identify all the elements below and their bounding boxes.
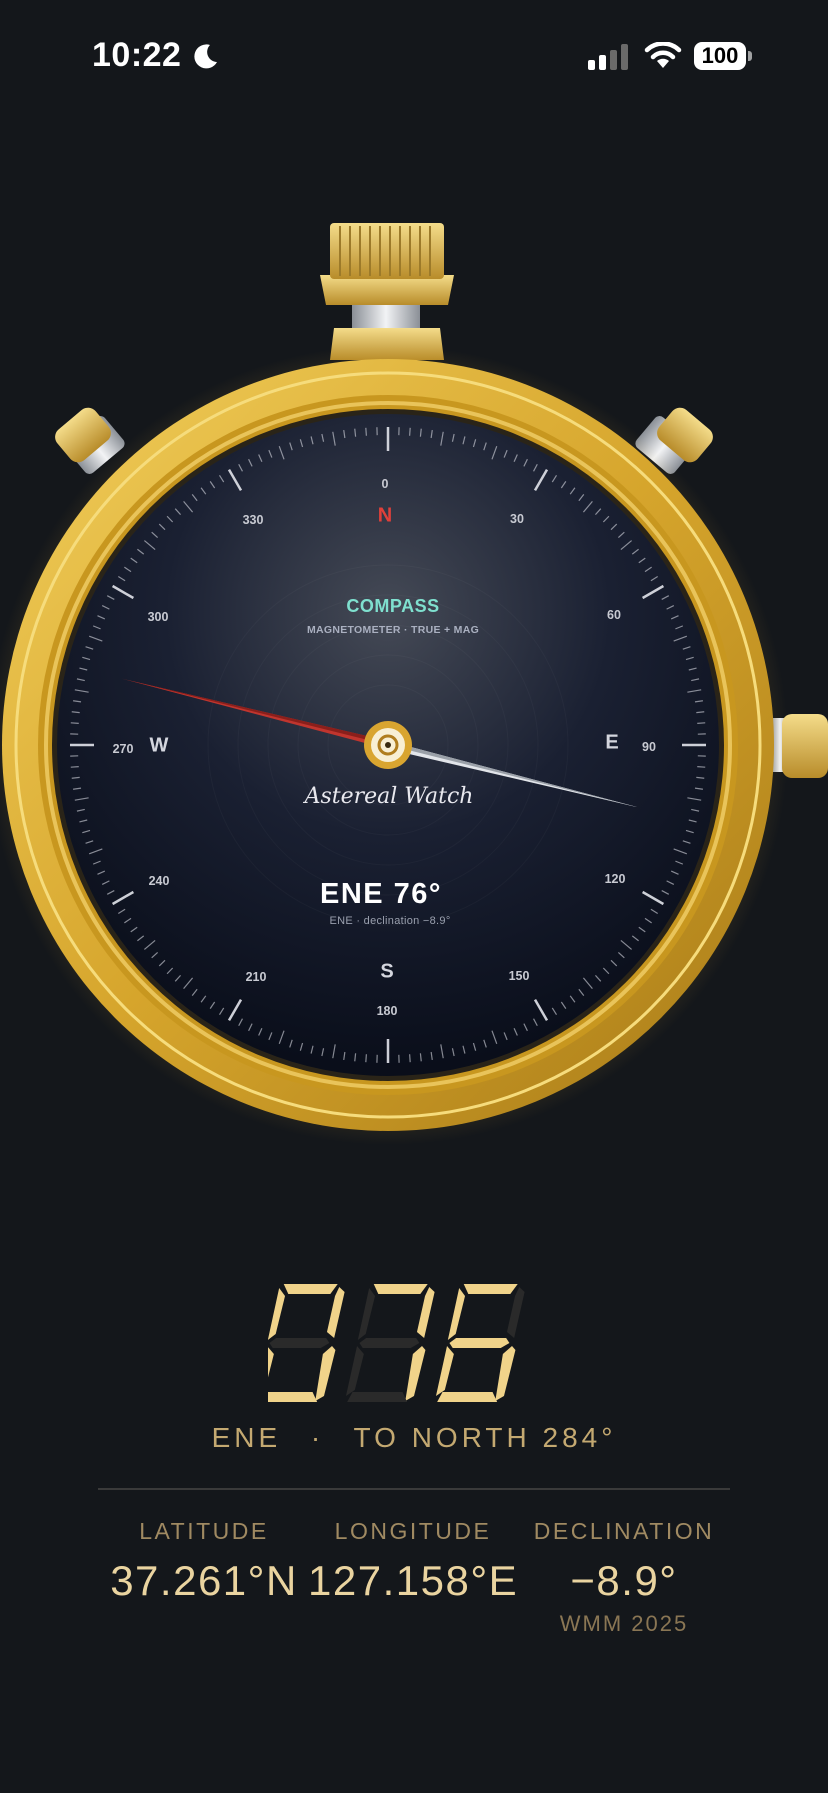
compass-subtitle: MAGNETOMETER · TRUE + MAG bbox=[306, 624, 480, 636]
latitude-value: 37.261°N bbox=[110, 1557, 298, 1604]
digit-1 bbox=[345, 1284, 435, 1402]
segment bbox=[268, 1346, 274, 1396]
segment bbox=[495, 1346, 516, 1401]
segment bbox=[447, 1288, 466, 1340]
degree-label-240: 240 bbox=[148, 874, 170, 888]
dial-tick bbox=[365, 427, 367, 436]
latitude-label: LATITUDE bbox=[139, 1518, 269, 1544]
segment bbox=[268, 1392, 318, 1402]
degree-label-270: 270 bbox=[112, 742, 134, 756]
longitude-block: LONGITUDE 127.158°E bbox=[308, 1518, 518, 1605]
to-north-text: TO NORTH 284° bbox=[353, 1422, 617, 1453]
battery-level: 100 bbox=[701, 43, 739, 68]
degree-label-120: 120 bbox=[604, 872, 626, 886]
wifi-icon bbox=[644, 42, 682, 68]
segment bbox=[347, 1392, 408, 1402]
dial-tick bbox=[70, 766, 79, 768]
cardinal-west: W bbox=[149, 734, 169, 757]
divider bbox=[98, 1488, 730, 1490]
segment bbox=[463, 1284, 518, 1294]
seven-segment-digits bbox=[268, 1284, 525, 1402]
dial-tick bbox=[696, 711, 705, 714]
segment bbox=[373, 1284, 428, 1294]
segment bbox=[326, 1287, 345, 1338]
segment bbox=[357, 1288, 376, 1340]
degree-label-300: 300 bbox=[147, 610, 169, 624]
segment bbox=[269, 1338, 330, 1348]
degree-label-150: 150 bbox=[508, 969, 530, 983]
crown[interactable] bbox=[320, 223, 454, 360]
segment bbox=[437, 1392, 498, 1402]
compass-title: COMPASS bbox=[346, 596, 440, 616]
dial-tick bbox=[365, 1054, 367, 1063]
status-bar: 10:22 100 bbox=[0, 0, 828, 110]
segment bbox=[283, 1284, 338, 1294]
degree-label-60: 60 bbox=[607, 608, 621, 622]
segment bbox=[506, 1287, 525, 1338]
dial-tick bbox=[354, 428, 357, 437]
dial-tick bbox=[696, 776, 705, 779]
degree-label-30: 30 bbox=[510, 512, 524, 526]
watch-graphic bbox=[0, 223, 828, 1145]
digit-0 bbox=[268, 1284, 345, 1402]
latitude-block: LATITUDE 37.261°N bbox=[99, 1518, 309, 1605]
segment bbox=[405, 1346, 426, 1401]
declination-model-note: WMM 2025 bbox=[559, 1611, 689, 1636]
degree-label-330: 330 bbox=[242, 513, 264, 527]
cellular-signal-icon bbox=[588, 44, 628, 70]
dial-tick bbox=[419, 1053, 422, 1062]
segment bbox=[268, 1288, 286, 1340]
dial-tick bbox=[71, 711, 80, 714]
dial-tick bbox=[409, 427, 411, 436]
degree-label-180: 180 bbox=[376, 1004, 398, 1018]
longitude-value: 127.158°E bbox=[308, 1557, 519, 1604]
brand-logo: Astereal Watch bbox=[304, 784, 474, 809]
dial-tick bbox=[70, 722, 79, 724]
segment bbox=[315, 1346, 336, 1401]
segment bbox=[359, 1338, 420, 1348]
degree-label-90: 90 bbox=[642, 740, 656, 754]
status-time: 10:22 bbox=[92, 36, 182, 74]
declination-value: −8.9° bbox=[570, 1557, 678, 1604]
declination-block: DECLINATION −8.9° WMM 2025 bbox=[519, 1518, 729, 1637]
heading-sub-label: ENE · declination −8.9° bbox=[329, 915, 451, 927]
dial-tick bbox=[354, 1053, 357, 1062]
digit-2 bbox=[435, 1284, 525, 1402]
cardinal-north: N bbox=[377, 504, 393, 527]
direction-separator: · bbox=[310, 1422, 325, 1453]
heading-label: ENE 76° bbox=[319, 878, 443, 910]
dial-tick bbox=[697, 766, 706, 768]
degree-label-210: 210 bbox=[245, 970, 267, 984]
moon-icon bbox=[194, 44, 217, 69]
segment bbox=[345, 1346, 364, 1396]
direction-line: ENE · TO NORTH 284° bbox=[0, 1422, 828, 1454]
degree-label-0: 0 bbox=[381, 477, 389, 491]
dial-tick bbox=[71, 776, 80, 779]
segment bbox=[435, 1346, 454, 1396]
direction-text: ENE bbox=[211, 1422, 282, 1453]
dial-tick bbox=[697, 722, 706, 724]
segment bbox=[416, 1287, 435, 1338]
cardinal-east: E bbox=[605, 731, 619, 754]
dial-tick bbox=[419, 428, 422, 437]
heading-digital-readout bbox=[0, 1280, 828, 1410]
cardinal-south: S bbox=[380, 960, 394, 983]
segment bbox=[449, 1338, 510, 1348]
dial-tick bbox=[409, 1054, 411, 1063]
compass-watch bbox=[0, 200, 828, 1150]
longitude-label: LONGITUDE bbox=[334, 1518, 492, 1544]
battery-icon: 100 bbox=[694, 42, 754, 72]
declination-label: DECLINATION bbox=[533, 1518, 715, 1544]
